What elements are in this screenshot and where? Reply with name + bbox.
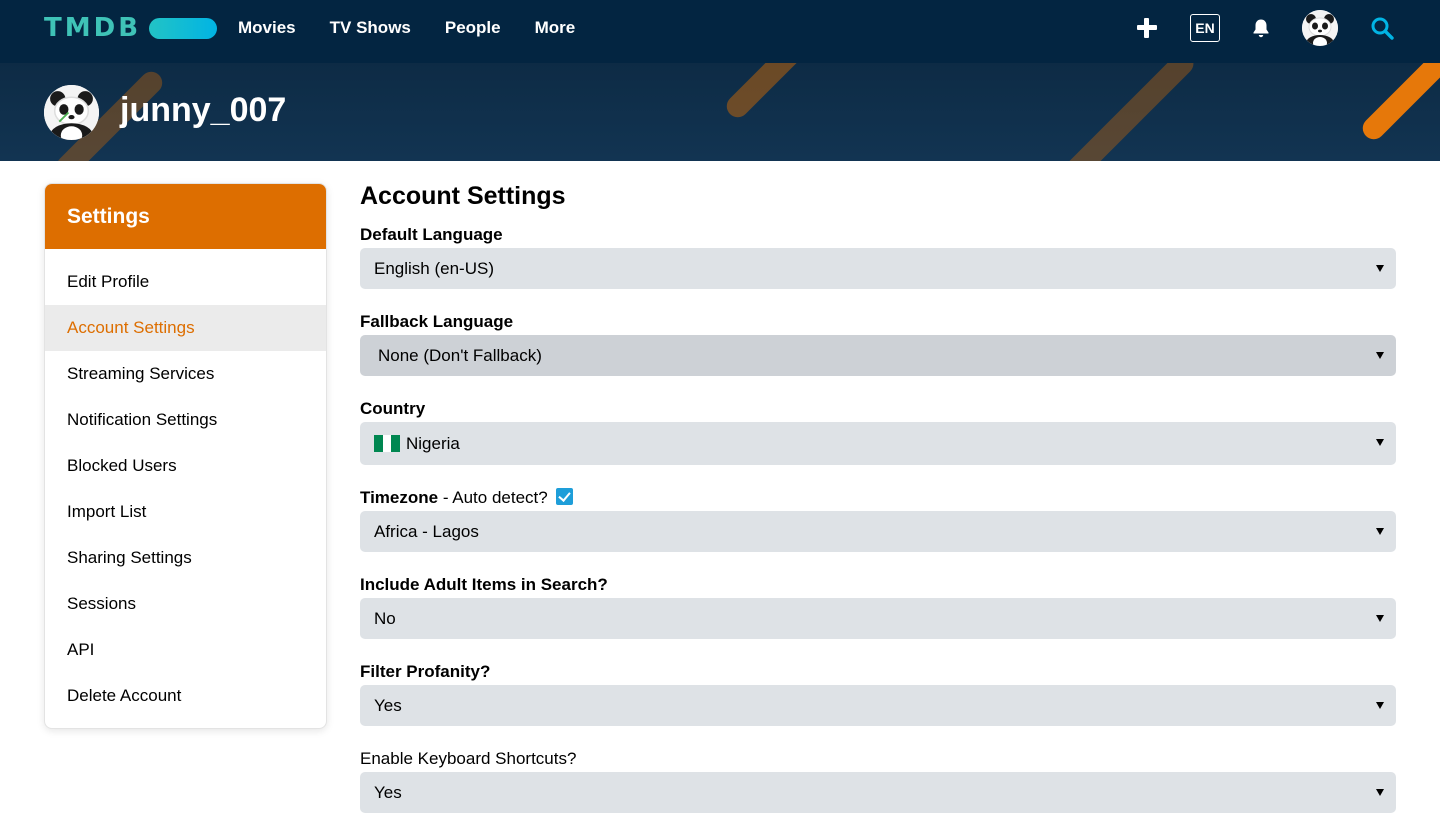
main-menu: Movies TV Shows People More [238,0,609,56]
country-field: Country Nigeria [360,398,1396,465]
profanity-field: Filter Profanity? Yes [360,661,1396,726]
adult-items-select[interactable]: No [360,598,1396,639]
timezone-value: Africa - Lagos [374,521,479,541]
sidebar-item-import-list[interactable]: Import List [45,489,326,535]
country-value: Nigeria [406,433,460,453]
default-language-field: Default Language English (en-US) [360,224,1396,289]
sidebar-item-notification-settings[interactable]: Notification Settings [45,397,326,443]
sidebar-item-sessions[interactable]: Sessions [45,581,326,627]
banner-stripe [1358,63,1440,144]
avatar [1302,10,1338,46]
sidebar-menu: Edit Profile Account Settings Streaming … [45,249,326,719]
logo-pill [149,17,218,39]
profile-avatar[interactable] [44,85,99,140]
sidebar-title: Settings [45,184,326,249]
keyboard-shortcuts-field: Enable Keyboard Shortcuts? Yes [360,748,1396,813]
default-language-value: English (en-US) [374,258,494,278]
auto-detect-checkbox[interactable] [556,488,574,506]
tmdb-logo[interactable]: TMDB [44,13,218,43]
adult-items-label: Include Adult Items in Search? [360,575,608,594]
sidebar-item-edit-profile[interactable]: Edit Profile [45,259,326,305]
nav-tv-shows[interactable]: TV Shows [330,18,411,38]
fallback-language-field: Fallback Language None (Don't Fallback) [360,311,1396,376]
fallback-language-value: None (Don't Fallback) [378,345,542,365]
banner-stripe [1062,63,1198,161]
caret-down-icon [1376,352,1384,359]
banner-stripe [722,63,816,122]
caret-down-icon [1376,439,1384,446]
keyboard-shortcuts-value: Yes [374,782,402,802]
sidebar-item-delete-account[interactable]: Delete Account [45,673,326,719]
keyboard-shortcuts-select[interactable]: Yes [360,772,1396,813]
user-menu-button[interactable] [1302,10,1338,46]
search-button[interactable] [1370,16,1394,40]
nav-actions: EN [1104,0,1394,56]
adult-items-field: Include Adult Items in Search? No [360,574,1396,639]
sidebar-item-account-settings[interactable]: Account Settings [45,305,326,351]
profanity-label: Filter Profanity? [360,662,491,681]
keyboard-shortcuts-label: Enable Keyboard Shortcuts? [360,748,1396,770]
profile-username[interactable]: junny_007 [120,91,286,130]
sidebar-item-sharing-settings[interactable]: Sharing Settings [45,535,326,581]
plus-icon [1136,17,1158,39]
nav-more[interactable]: More [535,18,576,38]
country-select[interactable]: Nigeria [360,422,1396,465]
fallback-language-select[interactable]: None (Don't Fallback) [360,335,1396,376]
sidebar-item-api[interactable]: API [45,627,326,673]
caret-down-icon [1376,528,1384,535]
top-navigation: TMDB Movies TV Shows People More EN [0,0,1440,63]
keyboard-shortcuts-label-text: Enable Keyboard Shortcuts? [360,749,577,768]
settings-sidebar: Settings Edit Profile Account Settings S… [44,183,327,729]
nigeria-flag-icon [374,435,401,452]
profile-banner: junny_007 [0,63,1440,161]
account-settings-form: Account Settings Default Language Englis… [360,180,1396,835]
profanity-value: Yes [374,695,402,715]
nav-movies[interactable]: Movies [238,18,296,38]
timezone-field: Timezone - Auto detect? Africa - Lagos [360,487,1396,552]
panda-avatar-icon [44,85,99,140]
page-title: Account Settings [360,182,566,210]
bell-icon [1253,19,1269,38]
fallback-language-label: Fallback Language [360,312,514,331]
caret-down-icon [1376,615,1384,622]
adult-items-value: No [374,608,396,628]
logo-text: TMDB [44,13,142,43]
nav-people[interactable]: People [445,18,501,38]
default-language-select[interactable]: English (en-US) [360,248,1396,289]
panda-avatar-icon [1302,10,1338,46]
caret-down-icon [1376,789,1384,796]
search-icon [1371,17,1394,40]
add-button[interactable] [1136,17,1158,39]
caret-down-icon [1376,702,1384,709]
timezone-label: Timezone [360,488,439,507]
language-button[interactable]: EN [1190,14,1220,42]
country-label: Country [360,399,426,418]
sidebar-item-streaming-services[interactable]: Streaming Services [45,351,326,397]
default-language-label: Default Language [360,225,503,244]
timezone-select[interactable]: Africa - Lagos [360,511,1396,552]
sidebar-item-blocked-users[interactable]: Blocked Users [45,443,326,489]
auto-detect-label: - Auto detect? [438,488,548,507]
profanity-select[interactable]: Yes [360,685,1396,726]
timezone-label-row: Timezone - Auto detect? [360,487,1396,509]
caret-down-icon [1376,265,1384,272]
language-code: EN [1190,14,1220,42]
notifications-button[interactable] [1252,18,1270,38]
